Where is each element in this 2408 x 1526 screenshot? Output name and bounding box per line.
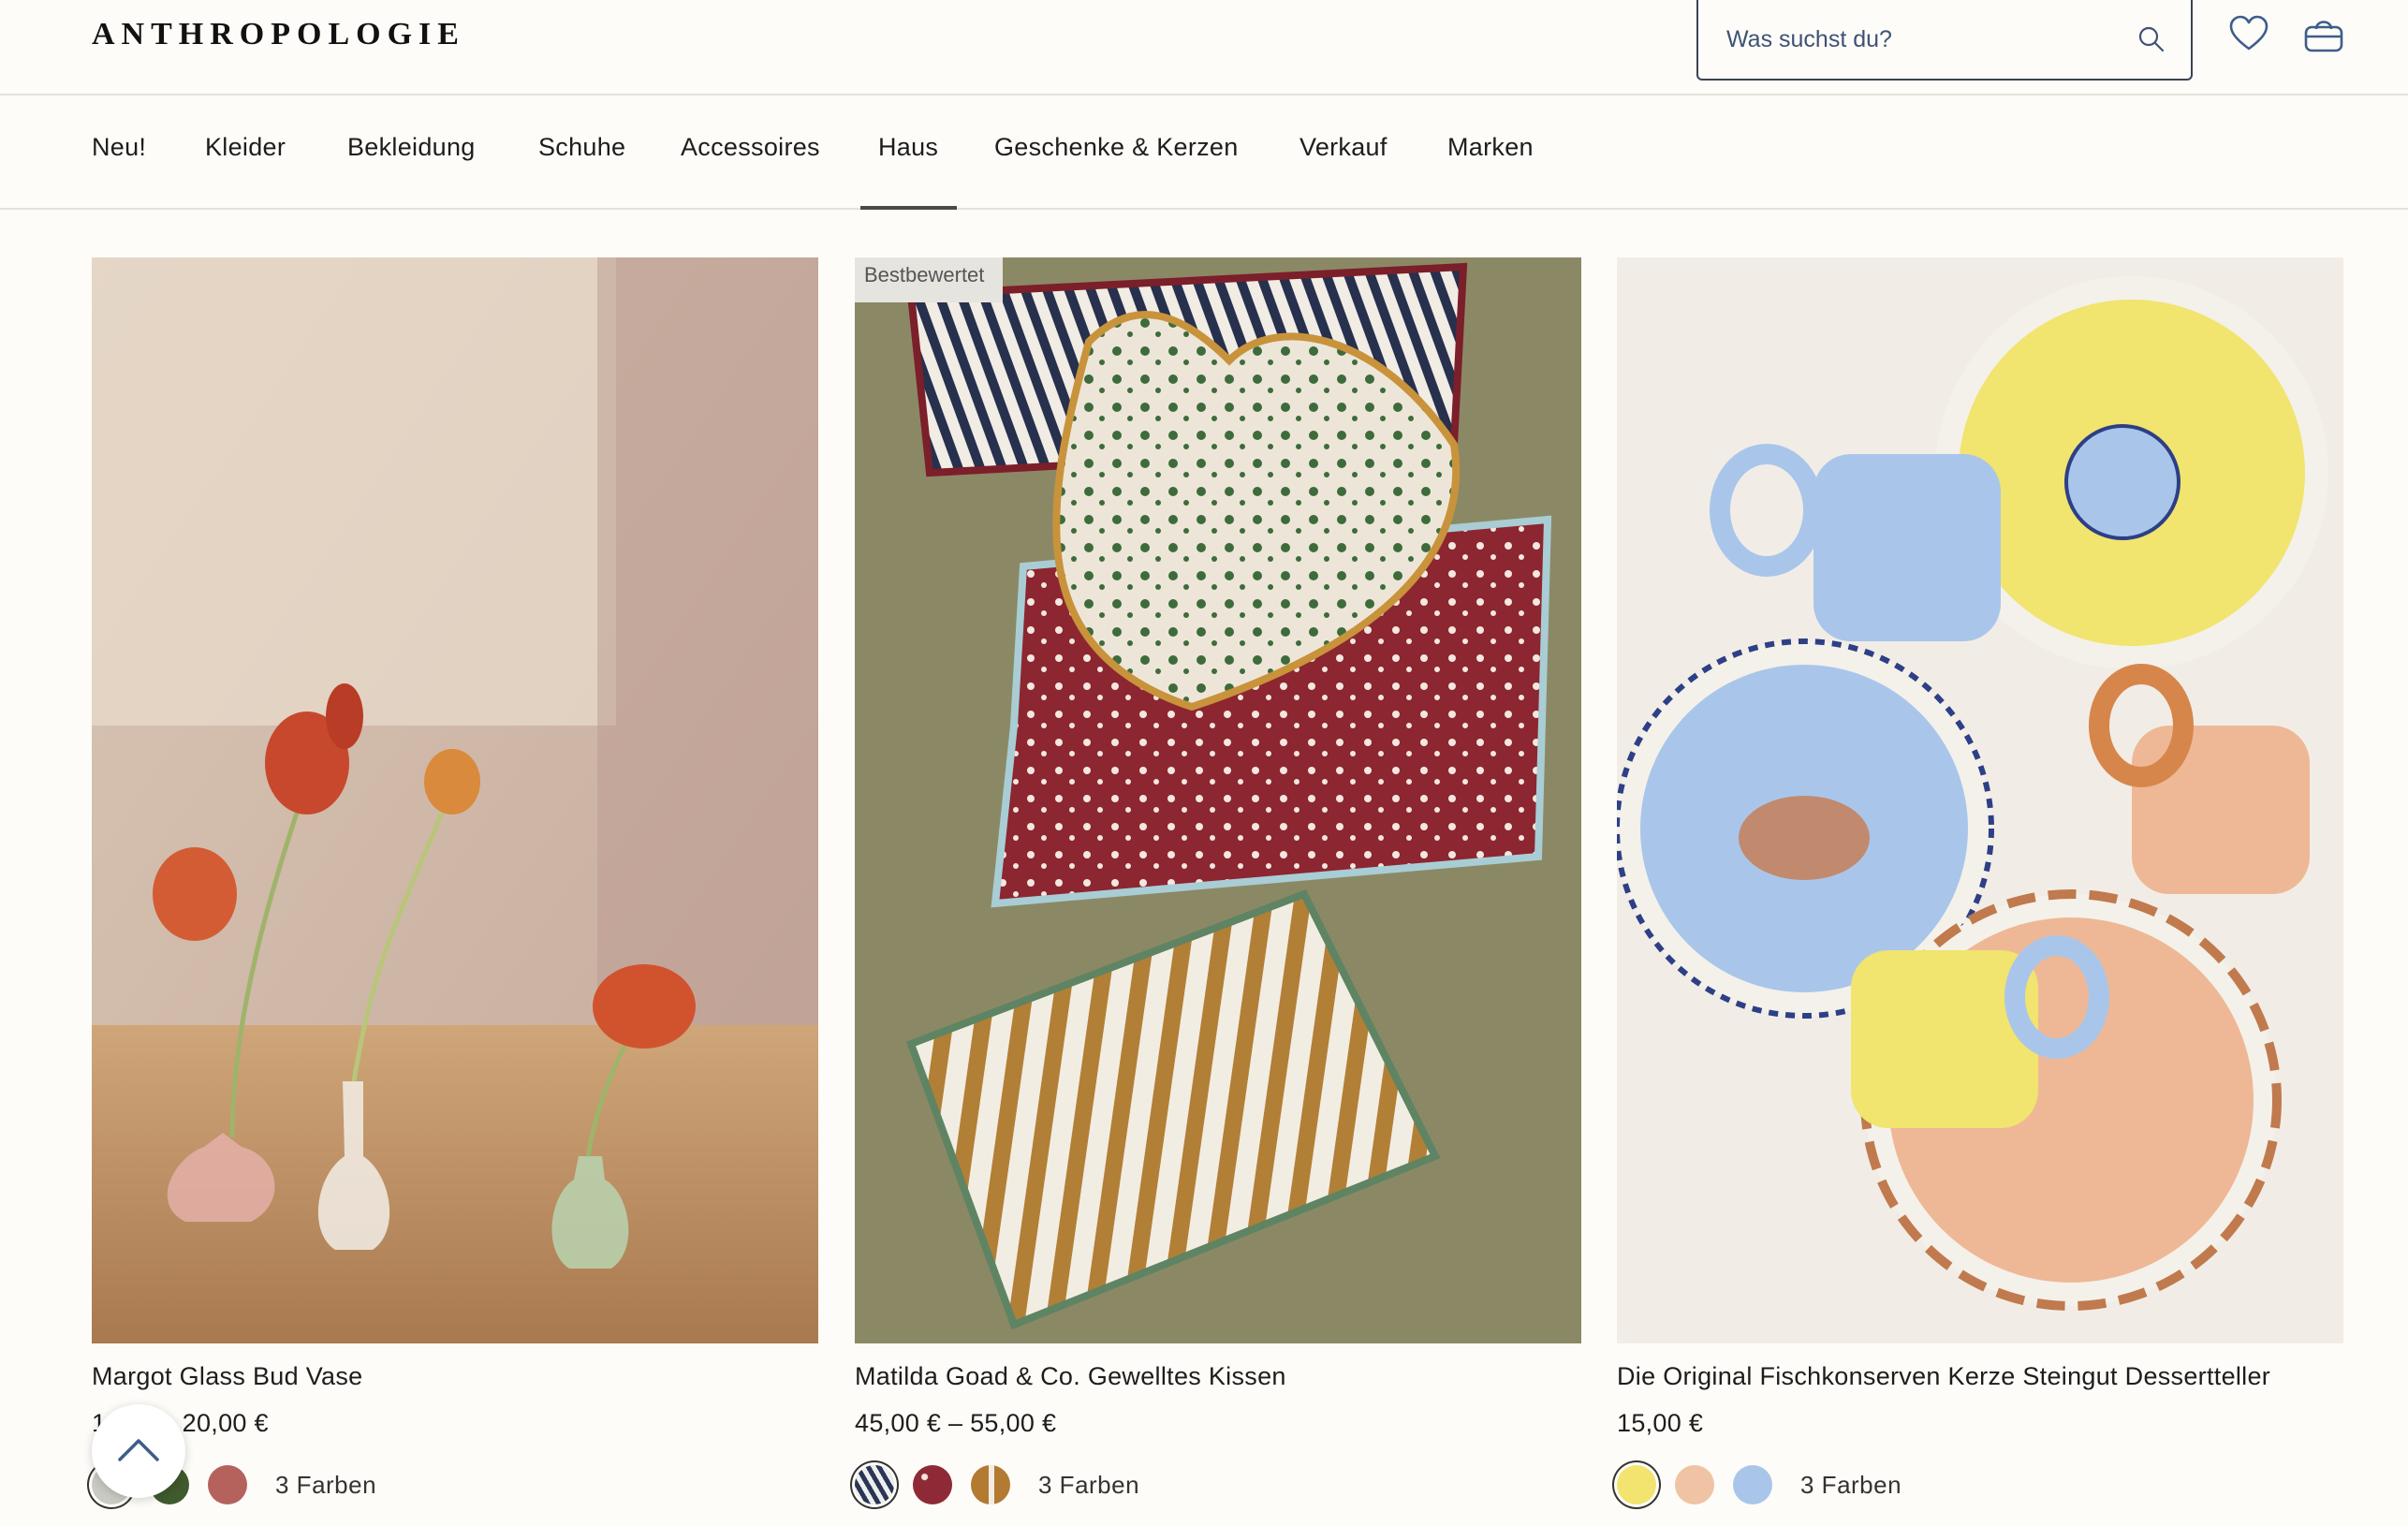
product-name[interactable]: Matilda Goad & Co. Gewelltes Kissen — [855, 1362, 1286, 1391]
product-price: 15,00 € — [1617, 1409, 1704, 1437]
color-swatch[interactable] — [855, 1465, 894, 1504]
product-image-plates[interactable] — [1617, 257, 2343, 1343]
product-card[interactable]: Bestbewertet Matilda Goad & Co. Gewellte… — [855, 257, 1581, 1504]
site-header: ANTHROPOLOGIE — [0, 0, 2408, 95]
product-card[interactable]: Die Original Fischkonserven Kerze Steing… — [1617, 257, 2343, 1504]
shopping-basket-icon[interactable] — [2303, 13, 2344, 54]
product-price: 45,00 € – 55,00 € — [855, 1409, 1057, 1437]
search-icon[interactable] — [2133, 21, 2170, 58]
nav-item-shoes[interactable]: Schuhe — [538, 133, 625, 162]
color-swatch[interactable] — [1675, 1465, 1714, 1504]
search-box[interactable] — [1696, 0, 2193, 81]
nav-item-accessories[interactable]: Accessoires — [681, 133, 820, 162]
search-input[interactable] — [1726, 25, 2133, 53]
nav-item-clothing[interactable]: Bekleidung — [347, 133, 476, 162]
color-count: 3 Farben — [1800, 1470, 1902, 1499]
product-name[interactable]: Margot Glass Bud Vase — [92, 1362, 362, 1391]
wishlist-heart-icon[interactable] — [2228, 13, 2269, 54]
color-count: 3 Farben — [275, 1470, 377, 1499]
back-to-top-button[interactable] — [92, 1404, 185, 1498]
product-name[interactable]: Die Original Fischkonserven Kerze Steing… — [1617, 1362, 2270, 1391]
color-count: 3 Farben — [1038, 1470, 1140, 1499]
nav-item-new[interactable]: Neu! — [92, 133, 146, 162]
nav-item-dresses[interactable]: Kleider — [205, 133, 286, 162]
product-image-vases[interactable] — [92, 257, 818, 1343]
color-swatch[interactable] — [971, 1465, 1010, 1504]
color-swatch[interactable] — [913, 1465, 952, 1504]
chevron-up-icon — [116, 1435, 161, 1468]
color-swatch[interactable] — [1617, 1465, 1656, 1504]
color-swatch[interactable] — [1733, 1465, 1772, 1504]
nav-item-brands[interactable]: Marken — [1447, 133, 1534, 162]
color-swatches: 3 Farben — [855, 1465, 1139, 1504]
badge-bestseller: Bestbewertet — [855, 257, 1004, 302]
nav-item-home[interactable]: Haus — [878, 133, 938, 162]
color-swatch[interactable] — [208, 1465, 247, 1504]
nav-item-gifts-candles[interactable]: Geschenke & Kerzen — [994, 133, 1239, 162]
main-navigation: Neu! Kleider Bekleidung Schuhe Accessoir… — [0, 97, 2408, 210]
nav-item-sale[interactable]: Verkauf — [1299, 133, 1388, 162]
color-swatches: 3 Farben — [1617, 1465, 1901, 1504]
nav-active-indicator — [860, 206, 957, 210]
product-image-cushions[interactable]: Bestbewertet — [855, 257, 1581, 1343]
product-card[interactable]: Margot Glass Bud Vase 1… € – 20,00 € 3 F… — [92, 257, 818, 1504]
site-logo[interactable]: ANTHROPOLOGIE — [92, 17, 465, 52]
